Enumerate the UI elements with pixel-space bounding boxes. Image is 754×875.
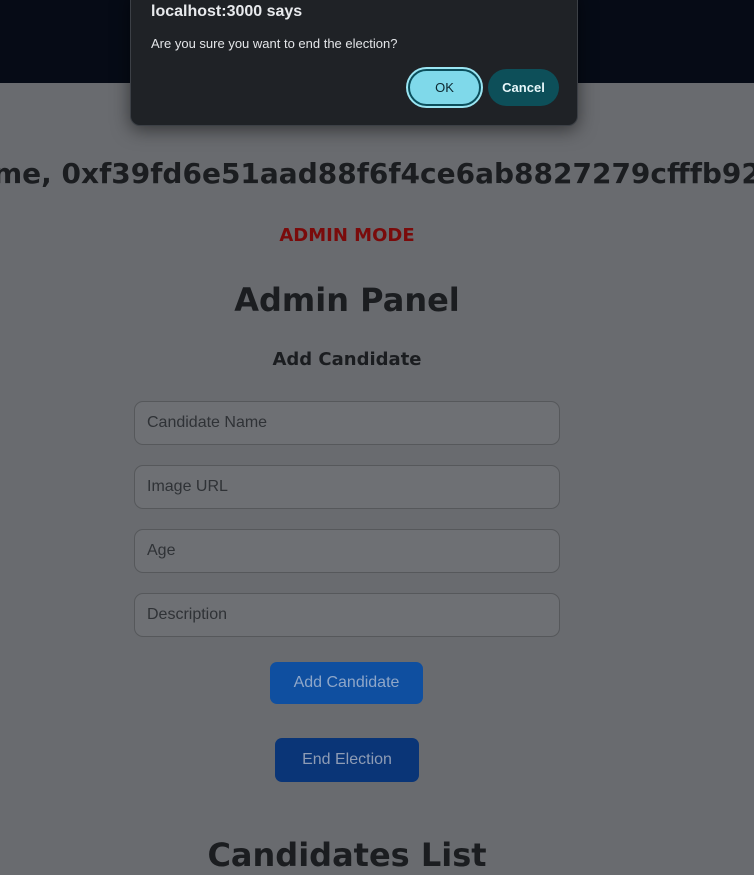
end-election-button[interactable]: End Election (275, 738, 419, 782)
admin-panel-title: Admin Panel (234, 281, 460, 319)
candidates-list-title: Candidates List (207, 836, 487, 874)
candidate-name-input[interactable] (134, 401, 560, 445)
dialog-ok-button[interactable]: OK (408, 69, 481, 106)
add-candidate-button[interactable]: Add Candidate (270, 662, 423, 704)
image-url-input[interactable] (134, 465, 560, 509)
age-input[interactable] (134, 529, 560, 573)
welcome-address-heading: me, 0xf39fd6e51aad88f6f4ce6ab8827279cfff… (0, 157, 754, 190)
dialog-cancel-button[interactable]: Cancel (488, 69, 559, 106)
dialog-title: localhost:3000 says (151, 3, 303, 20)
description-input[interactable] (134, 593, 560, 637)
dialog-message: Are you sure you want to end the electio… (151, 36, 398, 51)
add-candidate-heading: Add Candidate (272, 349, 422, 370)
admin-mode-label: ADMIN MODE (279, 225, 415, 246)
confirm-dialog: localhost:3000 says Are you sure you wan… (130, 0, 578, 126)
